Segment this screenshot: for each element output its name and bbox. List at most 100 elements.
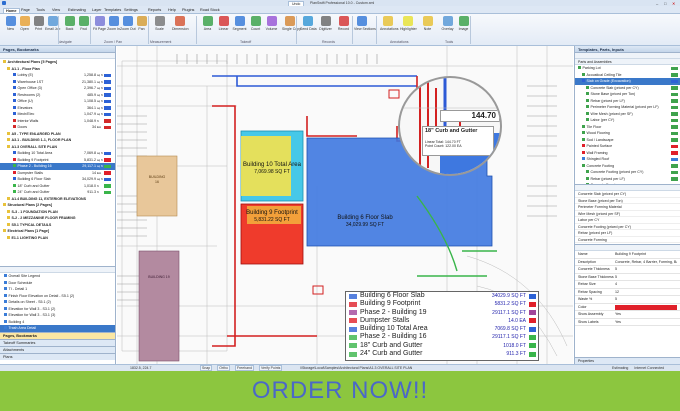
ribbon-button-fwd[interactable]: Fwd (76, 16, 91, 38)
tab-tools[interactable]: Tools (34, 8, 47, 12)
properties-footer-title: Properties (575, 357, 680, 364)
ribbon-button-highlighter[interactable]: Highlighter (400, 16, 417, 38)
ribbon-button-label: Back (65, 27, 74, 31)
tab-settings[interactable]: Settings (122, 8, 140, 12)
property-row[interactable]: Concrete Thickness 5 (575, 266, 680, 274)
order-banner[interactable]: ORDER NOW!! (0, 371, 680, 411)
property-value[interactable] (615, 304, 677, 310)
tab-home[interactable]: Home (3, 7, 20, 13)
property-value[interactable]: 5 (615, 274, 677, 281)
tab-plugins[interactable]: Plugins (180, 8, 196, 12)
ribbon-button-zoom-out[interactable]: Zoom Out (120, 16, 136, 38)
ribbon-button-linear[interactable]: Linear (216, 16, 231, 38)
building-16-label: BUILDING (149, 175, 166, 179)
ribbon-button-send-data[interactable]: Send Data (300, 16, 317, 38)
tab-reports[interactable]: Reports (146, 8, 163, 12)
tab-templates[interactable]: Templates (102, 8, 123, 12)
magnifier-callout: 144.70 18" Curb and Gutter Linear Total:… (398, 76, 502, 176)
ribbon-button-dimension[interactable]: Dimension (172, 16, 189, 38)
open-icon (19, 16, 30, 26)
ribbon-button-print[interactable]: Print (31, 16, 46, 38)
ribbon-button-pan[interactable]: Pan (134, 16, 149, 38)
ribbon-button-segment[interactable]: Segment (232, 16, 247, 38)
property-value[interactable]: Yes (615, 311, 677, 318)
building-19-area[interactable] (138, 250, 180, 362)
part-color-swatch (671, 73, 678, 77)
property-row[interactable]: Waste % 5 (575, 296, 680, 304)
tab-estimating[interactable]: Estimating (66, 8, 88, 12)
property-row[interactable]: Show Assembly Yes (575, 311, 680, 319)
part-icon (586, 92, 589, 95)
tree-label: Building 6 Floor Slab (17, 177, 51, 181)
property-row[interactable]: Show Labels Yes (575, 319, 680, 326)
close-icon[interactable]: ✕ (672, 1, 675, 6)
property-value[interactable]: 12 (615, 289, 677, 296)
property-value[interactable]: 4 (615, 281, 677, 288)
ribbon-button-fit-page[interactable]: Fit Page (92, 16, 107, 38)
part-color-swatch (671, 170, 678, 174)
property-row[interactable]: Rebar Spacing 12 (575, 289, 680, 296)
part-color-swatch (671, 86, 678, 90)
ribbon-button-count[interactable]: Count (248, 16, 263, 38)
left-footer-tab-1[interactable]: Takeoff Summaries (0, 339, 115, 346)
bookmark-list: Overall Site Legend Door Schedule TI - Det… (0, 273, 115, 332)
property-row[interactable]: Name Building 9 Footprint (575, 251, 680, 259)
ribbon-button-open[interactable]: Open (17, 16, 32, 38)
legend-row: Phase 2 - Building 19 29117.1 SQ FT (346, 309, 538, 317)
property-row[interactable]: Description Concrete, Rebar, 4 Barrier, F… (575, 259, 680, 266)
property-value[interactable]: Yes (615, 319, 677, 326)
minimize-icon[interactable]: – (656, 1, 658, 6)
color-swatch (104, 119, 111, 123)
part-icon (582, 72, 585, 76)
ribbon-button-view-sections[interactable]: View Sections (354, 16, 376, 38)
property-row[interactable]: Color (575, 304, 680, 311)
building-16-area[interactable] (136, 155, 178, 217)
folder-icon (3, 60, 6, 63)
bookmark-item[interactable]: Trash Area Detail (0, 325, 115, 332)
property-row[interactable]: Stone Base Thickness 5 (575, 274, 680, 281)
color-swatch (104, 86, 111, 90)
takeoff-icon (13, 183, 16, 187)
ribbon-button-label: Pan (138, 27, 145, 31)
dumpster-stall[interactable] (312, 285, 324, 295)
ribbon-button-single-copy[interactable]: Single Copy (282, 16, 301, 38)
ribbon-button-area[interactable]: Area (200, 16, 215, 38)
part-color-swatch (671, 105, 678, 109)
count-icon (250, 16, 261, 26)
bookmark-label: Trash Area Detail (8, 326, 37, 330)
ribbon-button-volume[interactable]: Volume (264, 16, 279, 38)
property-row[interactable]: Rebar Size 4 (575, 281, 680, 289)
legend-swatch (529, 301, 536, 307)
ribbon-button-record[interactable]: Record (336, 16, 351, 38)
ribbon-button-note[interactable]: Note (420, 16, 435, 38)
callout-count: Point Count: 122.00 EA (425, 144, 462, 148)
ribbon-button-zoom-in[interactable]: Zoom In (106, 16, 121, 38)
parts-list-row[interactable]: Concrete Forming (575, 237, 680, 243)
ribbon-button-annotations[interactable]: Annotations (380, 16, 399, 38)
order-now-text[interactable]: ORDER NOW!! (252, 377, 428, 405)
ribbon-button-digitizer[interactable]: Digitizer (318, 16, 333, 38)
property-value[interactable]: 5 (615, 266, 677, 273)
tab-view[interactable]: View (50, 8, 62, 12)
property-value[interactable]: Building 9 Footprint (615, 251, 677, 258)
left-footer-tab-0[interactable]: Pages, Bookmarks (0, 332, 115, 339)
ribbon-button-image[interactable]: Image (456, 16, 471, 38)
left-footer-tab-2[interactable]: Attachments (0, 346, 115, 353)
takeoff-icon (13, 73, 16, 76)
left-footer-tab-3[interactable]: Plans (0, 353, 115, 360)
part-color-swatch (671, 112, 678, 116)
property-value[interactable]: 5 (615, 296, 677, 303)
curb-outline-blue[interactable] (212, 75, 417, 87)
ribbon-button-overlay[interactable]: Overlay (440, 16, 455, 38)
ribbon-button-scale[interactable]: Scale (152, 16, 167, 38)
list-item[interactable]: E1.1 LIGHTING PLAN (0, 235, 115, 242)
tab-road-stock[interactable]: Road Stock (198, 8, 222, 12)
ribbon-button-new[interactable]: New (3, 16, 18, 38)
property-value[interactable]: Concrete, Rebar, 4 Barrier, Forming, Bas… (615, 259, 677, 266)
maximize-icon[interactable]: □ (664, 1, 666, 6)
tab-help[interactable]: Help (166, 8, 178, 12)
dumpster-stall[interactable] (388, 89, 400, 99)
plan-canvas[interactable]: BUILDING 16 BUILDING 19 Building 10 Tota… (117, 46, 573, 364)
tab-page[interactable]: Page (19, 8, 32, 12)
ribbon-button-back[interactable]: Back (62, 16, 77, 38)
